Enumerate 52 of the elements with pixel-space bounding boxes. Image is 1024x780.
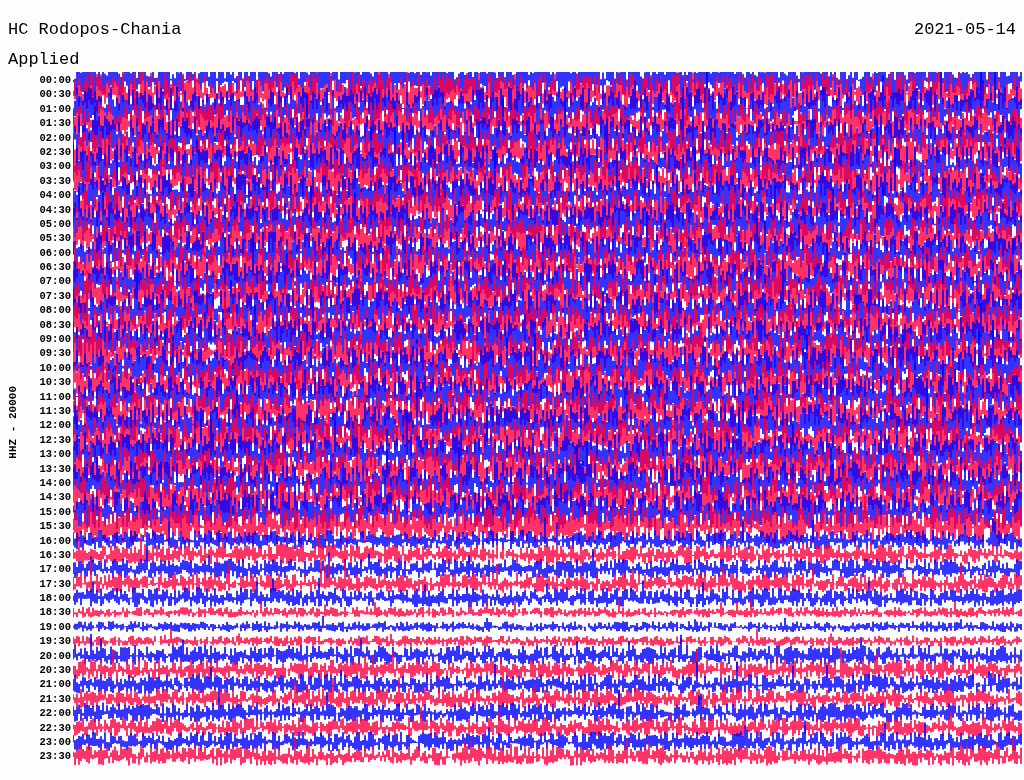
time-label: 11:30: [38, 404, 71, 419]
time-label: 11:00: [38, 389, 71, 404]
time-label: 15:30: [38, 519, 71, 534]
time-label: 22:00: [38, 706, 71, 721]
time-label: 02:30: [38, 144, 71, 160]
time-label: 04:00: [38, 188, 71, 203]
time-label: 06:00: [38, 245, 71, 261]
time-label: 05:30: [38, 231, 71, 246]
time-label: 12:00: [38, 418, 71, 433]
time-label: 13:30: [38, 461, 71, 476]
time-label: 07:30: [38, 288, 71, 304]
time-label: 01:30: [38, 116, 71, 131]
time-label: 17:00: [38, 562, 71, 577]
time-label: 02:00: [38, 130, 71, 145]
time-label: 00:30: [38, 87, 71, 102]
time-label: 10:00: [38, 360, 71, 376]
time-label: 03:00: [38, 159, 71, 174]
time-label: 15:00: [38, 504, 71, 520]
time-label: 08:00: [38, 303, 71, 318]
time-label: 20:30: [38, 663, 71, 678]
time-label: 21:30: [38, 691, 71, 707]
time-label: 16:00: [38, 533, 71, 548]
time-label: 09:00: [38, 332, 71, 347]
time-label: 17:30: [38, 576, 71, 592]
time-label: 07:00: [38, 274, 71, 289]
channel-label: HHZ - 20000: [7, 385, 19, 459]
time-label: 13:00: [38, 447, 71, 462]
date-label: 2021-05-14: [913, 20, 1016, 41]
time-label: 09:30: [38, 346, 71, 361]
station-title: HC Rodopos-Chania: [8, 20, 182, 41]
time-label: 21:00: [38, 677, 71, 692]
time-label: 20:00: [38, 648, 71, 663]
time-label: 12:30: [38, 432, 71, 448]
time-label: 01:00: [38, 101, 71, 117]
time-label: 22:30: [38, 720, 71, 735]
time-label: 10:30: [38, 375, 71, 390]
time-label: 23:30: [38, 749, 71, 764]
filter-label: Applied: [8, 50, 80, 69]
time-label: 23:00: [38, 734, 71, 750]
time-label: 14:00: [38, 475, 71, 491]
time-label: 03:30: [38, 173, 71, 189]
time-label: 05:00: [38, 216, 71, 232]
time-label: 06:30: [38, 260, 71, 275]
time-label: 18:30: [38, 605, 71, 620]
time-label: 04:30: [38, 202, 71, 217]
time-label: 00:00: [38, 73, 71, 88]
time-label: 18:00: [38, 591, 71, 606]
time-label: 08:30: [38, 317, 71, 333]
time-label: 19:30: [38, 634, 71, 649]
time-label: 16:30: [38, 547, 71, 563]
time-label: 14:30: [38, 490, 71, 505]
time-label: 19:00: [38, 619, 71, 635]
